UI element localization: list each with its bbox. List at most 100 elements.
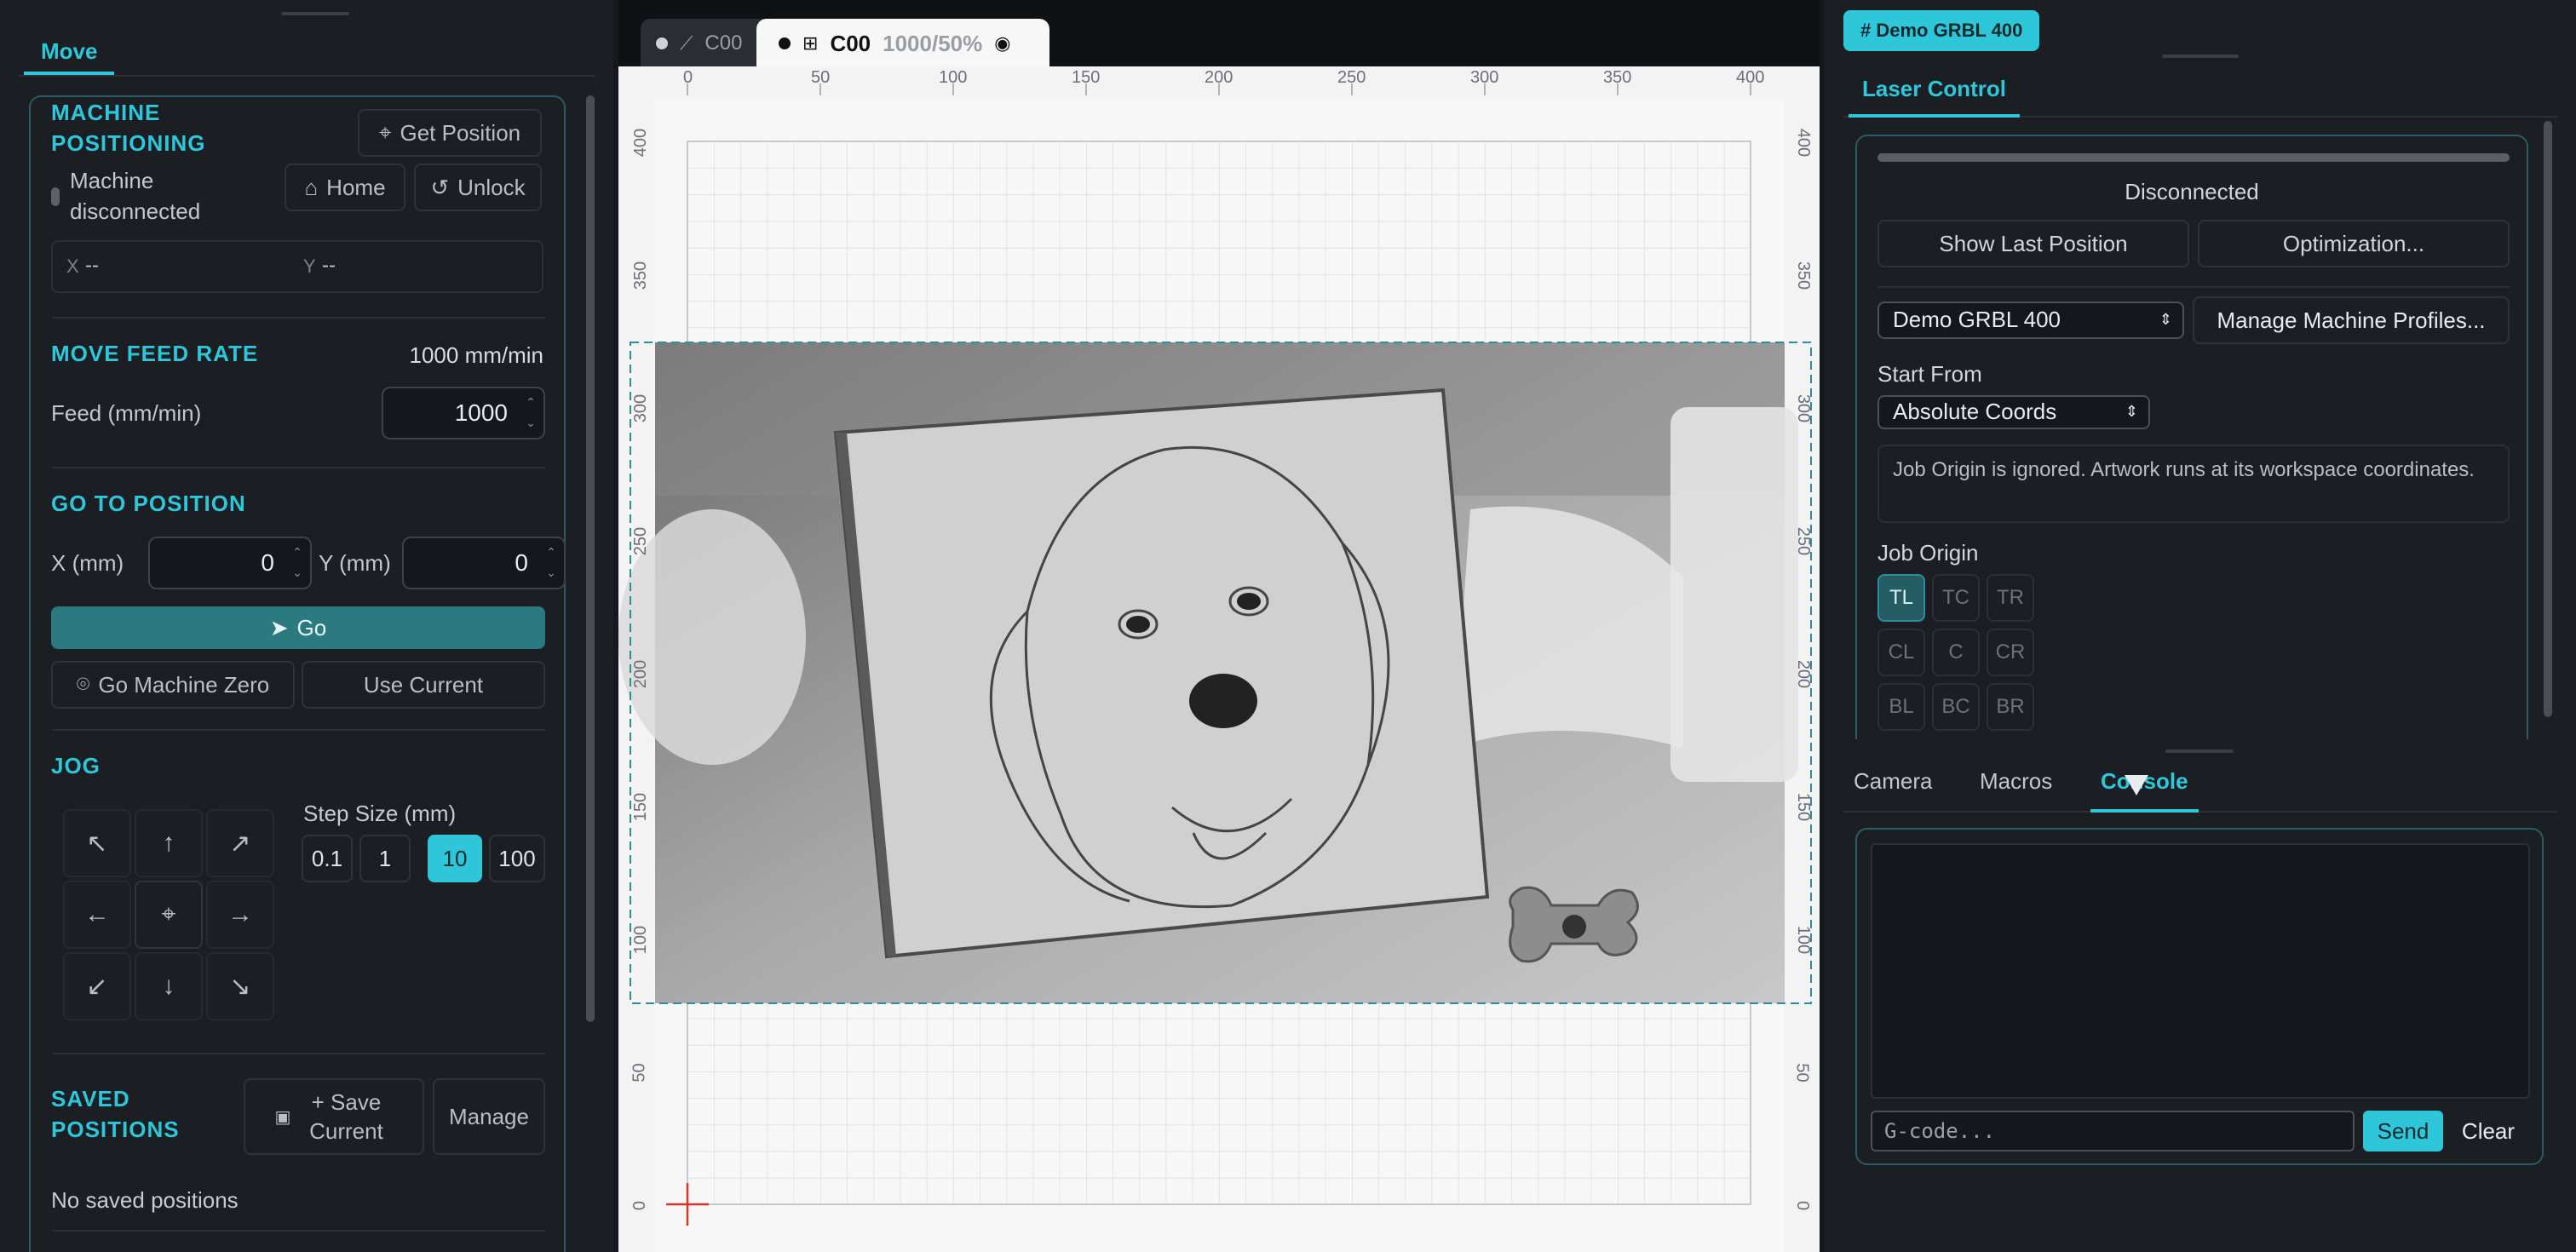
- jog-down-right-button[interactable]: ↘: [206, 952, 274, 1020]
- tab-macros[interactable]: Macros: [1980, 768, 2052, 795]
- unlock-button[interactable]: ↺ Unlock: [414, 164, 542, 211]
- spinner[interactable]: ⌃ ⌄: [290, 542, 305, 583]
- jog-down-button[interactable]: ↓: [135, 952, 203, 1020]
- spinner[interactable]: ⌃ ⌄: [543, 542, 559, 583]
- go-button[interactable]: ➤ Go: [51, 606, 545, 649]
- use-current-button[interactable]: Use Current: [302, 661, 545, 709]
- origin-c-button[interactable]: C: [1932, 629, 1980, 676]
- canvas-svg[interactable]: [618, 66, 1820, 1252]
- origin-bl-button[interactable]: BL: [1877, 683, 1925, 731]
- artwork-image[interactable]: [618, 342, 1798, 1003]
- crosshair-icon: ⌖: [378, 119, 392, 145]
- ruler-x-label: 300: [1470, 68, 1499, 87]
- tab-camera[interactable]: Camera: [1854, 768, 1932, 795]
- origin-tc-button[interactable]: TC: [1932, 574, 1980, 622]
- ruler-y-label: 150: [631, 792, 651, 822]
- jog-home-button[interactable]: ⌖: [135, 881, 203, 949]
- show-last-position-button[interactable]: Show Last Position: [1877, 220, 2189, 267]
- x-readout-value: --: [85, 254, 99, 277]
- get-position-button[interactable]: ⌖ Get Position: [358, 109, 542, 157]
- ruler-y-label: 350: [631, 261, 651, 290]
- arrow-down-left-icon: ↙: [86, 972, 108, 1001]
- jog-right-button[interactable]: →: [206, 881, 274, 949]
- jog-up-button[interactable]: ↑: [135, 809, 203, 877]
- send-arrow-icon: ➤: [269, 614, 289, 640]
- feed-rate-current: 1000 mm/min: [409, 342, 544, 368]
- feed-input[interactable]: 1000 ⌃ ⌄: [382, 387, 545, 439]
- canvas-tab-2[interactable]: ⊞ C00 1000/50% ◉: [756, 19, 1049, 68]
- origin-cl-button[interactable]: CL: [1877, 629, 1925, 676]
- ruler-y-label: 100: [631, 925, 651, 955]
- manage-machine-profiles-button[interactable]: Manage Machine Profiles...: [2193, 296, 2510, 344]
- ruler-y-label-right: 0: [1793, 1200, 1813, 1211]
- feed-rate-title: MOVE FEED RATE: [51, 341, 259, 366]
- manage-saved-button[interactable]: Manage: [433, 1078, 545, 1155]
- origin-bc-button[interactable]: BC: [1932, 683, 1980, 731]
- jog-up-left-button[interactable]: ↖: [63, 809, 131, 877]
- goto-x-input[interactable]: 0 ⌃ ⌄: [148, 537, 312, 589]
- ruler-x-label: 350: [1603, 68, 1632, 87]
- panel-resize-handle[interactable]: [2165, 749, 2234, 753]
- goto-y-input[interactable]: 0 ⌃ ⌄: [402, 537, 566, 589]
- jog-left-button[interactable]: ←: [63, 881, 131, 949]
- home-button[interactable]: ⌂ Home: [285, 164, 405, 211]
- go-machine-zero-label: Go Machine Zero: [98, 671, 270, 698]
- line-chart-icon: ⟋: [680, 32, 693, 54]
- machine-profile-tag[interactable]: # Demo GRBL 400: [1843, 10, 2040, 51]
- left-tabbar: Move: [19, 26, 595, 77]
- y-readout-label: Y: [303, 256, 316, 277]
- arrow-down-right-icon: ↘: [229, 972, 251, 1001]
- step-100-button[interactable]: 100: [489, 835, 545, 882]
- y-mm-label: Y (mm): [319, 550, 391, 576]
- gcode-input[interactable]: G-code...: [1871, 1111, 2355, 1151]
- arrow-up-icon: ↑: [162, 829, 175, 857]
- origin-tr-button[interactable]: TR: [1987, 574, 2034, 622]
- connection-status: Disconnected: [2125, 179, 2259, 204]
- ruler-y-label-right: 400: [1794, 128, 1814, 158]
- left-scrollbar[interactable]: [586, 95, 595, 1022]
- drag-handle[interactable]: [2162, 55, 2239, 58]
- jog-title: JOG: [51, 753, 101, 778]
- arrow-down-icon: ↓: [162, 972, 175, 1000]
- ruler-y-label: 200: [631, 659, 651, 689]
- tab-laser-control[interactable]: Laser Control: [1849, 70, 2021, 118]
- dot-icon: [779, 37, 791, 49]
- step-10-button[interactable]: 10: [428, 835, 482, 882]
- machine-profile-select[interactable]: Demo GRBL 400 ⇕: [1877, 302, 2184, 339]
- ruler-y-label: 0: [630, 1200, 650, 1211]
- ruler-y-label-right: 350: [1794, 261, 1814, 290]
- start-from-select[interactable]: Absolute Coords ⇕: [1877, 395, 2150, 429]
- y-readout-value: --: [322, 254, 336, 277]
- optimization-button[interactable]: Optimization...: [2198, 220, 2510, 267]
- jog-down-left-button[interactable]: ↙: [63, 952, 131, 1020]
- origin-br-button[interactable]: BR: [1987, 683, 2034, 731]
- right-scrollbar[interactable]: [2544, 121, 2552, 717]
- ruler-x-label: 150: [1072, 68, 1101, 87]
- origin-tl-button[interactable]: TL: [1877, 574, 1925, 622]
- machine-status: Machine disconnected: [70, 168, 201, 224]
- drag-handle[interactable]: [281, 12, 349, 15]
- divider: [53, 1230, 545, 1232]
- ruler-y-label: 300: [631, 393, 651, 423]
- right-tabbar: Laser Control: [1843, 63, 2557, 118]
- origin-cr-button[interactable]: CR: [1987, 629, 2034, 676]
- eye-icon[interactable]: ◉: [994, 32, 1010, 55]
- canvas-area[interactable]: 0 50 100 150 200 250 300 350 400 400 350…: [618, 66, 1820, 1252]
- progress-bar: [1877, 153, 2510, 162]
- step-1-button[interactable]: 1: [359, 835, 411, 882]
- start-from-label: Start From: [1877, 361, 1982, 387]
- home-icon: ⌂: [304, 174, 319, 200]
- mouse-cursor-icon: [2125, 775, 2148, 795]
- save-current-button[interactable]: ▣ + Save Current: [244, 1078, 424, 1155]
- step-0.1-button[interactable]: 0.1: [302, 835, 353, 882]
- clear-button[interactable]: Clear: [2448, 1111, 2528, 1151]
- use-current-label: Use Current: [363, 671, 484, 698]
- go-machine-zero-button[interactable]: ⌾ Go Machine Zero: [51, 661, 295, 709]
- ruler-y-label-right: 200: [1794, 659, 1814, 689]
- ruler-y-label: 400: [631, 128, 651, 158]
- spinner[interactable]: ⌃ ⌄: [523, 392, 538, 433]
- tab-move[interactable]: Move: [24, 34, 115, 75]
- jog-up-right-button[interactable]: ↗: [206, 809, 274, 877]
- divider: [53, 1053, 545, 1054]
- send-button[interactable]: Send: [2363, 1111, 2443, 1151]
